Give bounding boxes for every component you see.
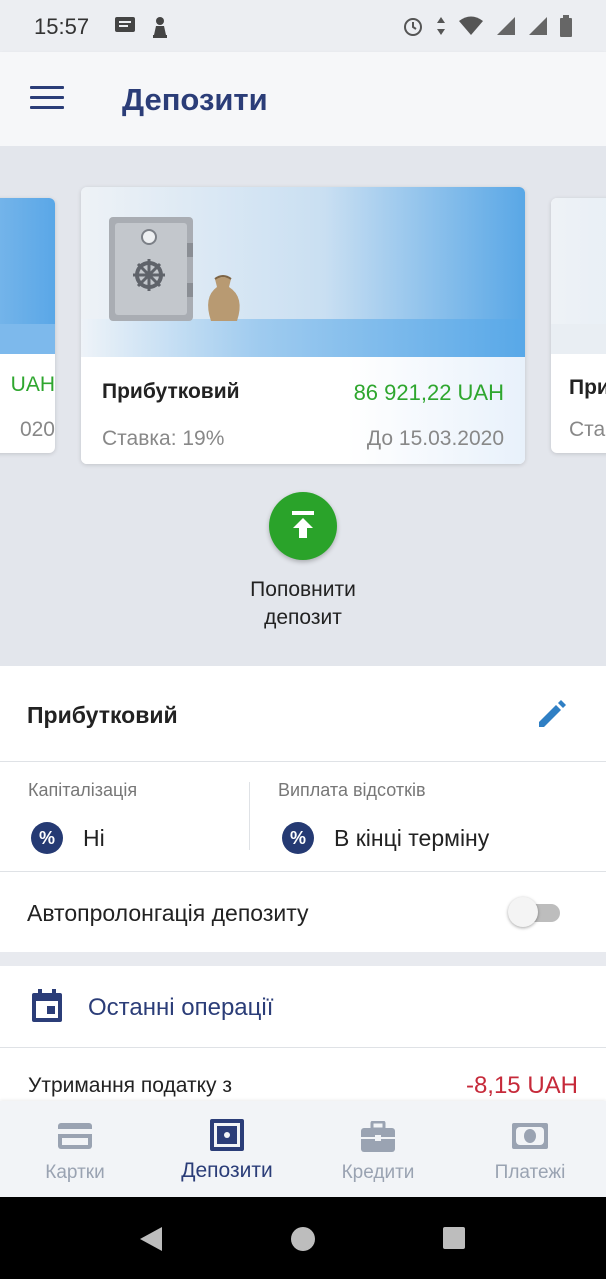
nav-label: Картки	[45, 1162, 105, 1183]
interest-label: Виплата відсотків	[278, 780, 426, 800]
operation-name[interactable]: Утримання податку з	[28, 1074, 232, 1098]
recents-icon[interactable]	[442, 1226, 466, 1250]
nav-deposits[interactable]: Депозити	[152, 1101, 302, 1197]
briefcase-icon	[361, 1121, 395, 1152]
capitalization-label: Капіталізація	[28, 780, 138, 800]
safe-illustration-icon	[109, 217, 240, 321]
status-bar: 15:57	[0, 0, 606, 52]
nav-label: Платежі	[494, 1162, 566, 1183]
divider	[0, 1047, 606, 1048]
nav-cards[interactable]: Картки	[0, 1101, 150, 1197]
nav-credits[interactable]: Кредити	[303, 1101, 453, 1197]
app-bar: Депозити	[0, 52, 606, 146]
divider	[0, 761, 606, 762]
battery-icon	[560, 15, 572, 37]
edit-button[interactable]	[534, 696, 570, 732]
capitalization-value: Ні	[83, 824, 105, 851]
deposit-details: Прибутковий Капіталізація % Ні Виплата в…	[0, 666, 606, 952]
percent-icon: %	[282, 822, 314, 854]
wifi-icon	[459, 16, 483, 35]
deposit-card-previous[interactable]: UAH 020	[0, 198, 55, 453]
topup-label-line2: депозит	[264, 606, 342, 629]
deposit-carousel[interactable]: UAH 020 Прибутковий 86 921,22 UAH Ставка…	[0, 146, 606, 666]
card-amount: 86 921,22 UAH	[353, 380, 504, 405]
menu-icon[interactable]	[30, 86, 64, 112]
nav-payments[interactable]: Платежі	[455, 1101, 605, 1197]
page-title: Депозити	[122, 82, 268, 117]
topup-button[interactable]	[269, 492, 337, 560]
card-rate: Ставка: 19%	[102, 427, 225, 450]
autoprolong-label: Автопролонгація депозиту	[27, 900, 309, 926]
recent-operations-link[interactable]: Останні операції	[88, 994, 273, 1022]
nav-label: Кредити	[341, 1162, 415, 1183]
column-separator	[249, 782, 250, 850]
deposit-title: Прибутковий	[27, 702, 178, 728]
status-icons	[402, 14, 572, 38]
alarm-icon	[404, 18, 422, 36]
nav-label: Депозити	[181, 1159, 273, 1182]
percent-icon: %	[31, 822, 63, 854]
card-image	[551, 198, 606, 354]
operations-panel: Останні операції Утримання податку з -8,…	[0, 966, 606, 1106]
signal-icon	[497, 17, 515, 35]
data-arrows-icon	[437, 17, 445, 35]
operation-amount: -8,15 UAH	[465, 1072, 578, 1099]
interest-value: В кінці терміну	[334, 824, 490, 851]
card-name: При	[569, 376, 606, 399]
autoprolong-toggle[interactable]	[508, 897, 560, 927]
deposit-card-next[interactable]: При Ста	[551, 198, 606, 453]
card-amount: UAH	[10, 373, 55, 396]
interest-value-row: % В кінці терміну	[282, 822, 489, 854]
card-until: До 15.03.2020	[366, 427, 504, 450]
topup-label-line1: Поповнити	[250, 578, 356, 601]
divider	[0, 871, 606, 872]
card-icon	[58, 1123, 92, 1149]
message-icon	[115, 17, 135, 32]
safe-image	[81, 187, 525, 357]
bottom-navigation: Картки Депозити Кредити Платежі	[0, 1101, 606, 1197]
card-body: Прибутковий 86 921,22 UAH Ставка: 19% До…	[81, 357, 525, 464]
home-icon[interactable]	[290, 1226, 316, 1252]
safe-icon	[210, 1119, 244, 1151]
card-rate: Ста	[569, 418, 606, 441]
chess-pawn-icon	[153, 17, 167, 38]
topup-label[interactable]: Поповнити депозит	[203, 576, 403, 632]
banknote-icon	[512, 1123, 548, 1149]
calendar-icon	[32, 989, 62, 1022]
upload-icon	[292, 511, 314, 538]
system-navigation-bar	[0, 1197, 606, 1279]
deposit-card-current[interactable]: Прибутковий 86 921,22 UAH Ставка: 19% До…	[81, 187, 525, 464]
capitalization-value-row: % Ні	[31, 822, 105, 854]
status-time: 15:57	[34, 14, 90, 39]
pencil-icon	[539, 700, 566, 727]
card-until: 020	[19, 418, 55, 441]
card-name: Прибутковий	[102, 380, 240, 403]
back-icon[interactable]	[136, 1225, 164, 1253]
signal-icon-2	[529, 17, 547, 35]
card-image	[0, 198, 55, 354]
